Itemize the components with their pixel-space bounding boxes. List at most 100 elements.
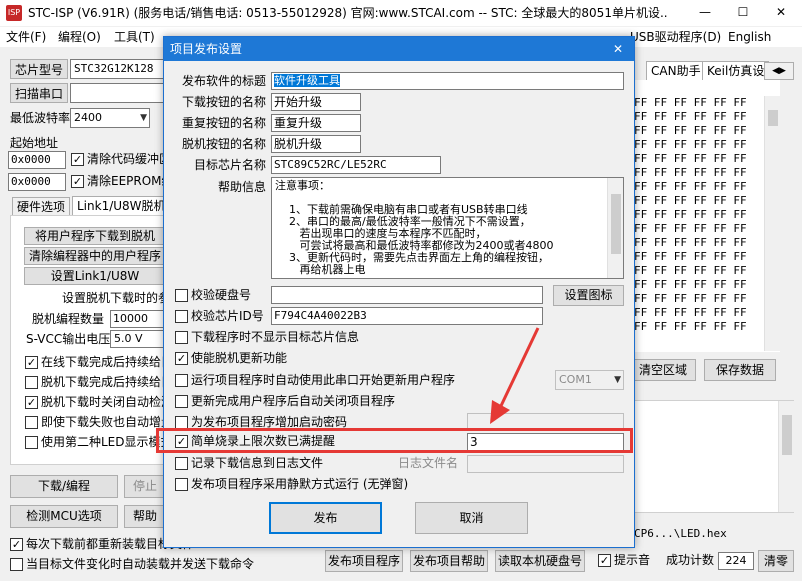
verify-disk-checkbox[interactable] <box>175 289 188 302</box>
right-scroll-arrow[interactable]: ◀▶ <box>764 62 794 80</box>
clear-area-button[interactable]: 清空区域 <box>630 359 696 381</box>
cancel-button[interactable]: 取消 <box>415 502 528 534</box>
left-option-checkbox[interactable]: ✓ <box>25 396 38 409</box>
clear-programmer-button[interactable]: 清除编程器中的用户程序 <box>24 247 166 265</box>
maximize-icon[interactable]: ☐ <box>728 3 758 23</box>
auto-load-checkbox[interactable] <box>10 558 23 571</box>
svcc-label: S-VCC输出电压 <box>26 332 111 346</box>
hex-row: FF FF FF FF FF FF <box>634 236 747 249</box>
download-btn-name-input[interactable]: 开始升级 <box>271 93 361 111</box>
publish-project-button[interactable]: 发布项目程序 <box>325 550 403 572</box>
hex-row: FF FF FF FF FF FF <box>634 96 747 109</box>
tab-hardware-options[interactable]: 硬件选项 <box>12 197 71 216</box>
publish-button[interactable]: 发布 <box>269 502 382 534</box>
main-title-bar: ISP STC-ISP (V6.91R) (服务电话/销售电话: 0513-55… <box>0 0 802 26</box>
tab-link1-offline[interactable]: Link1/U8W脱机 <box>72 196 171 215</box>
clear-code-checkbox[interactable]: ✓ <box>71 153 84 166</box>
hex-row: FF FF FF FF FF FF <box>634 180 747 193</box>
scroll-thumb[interactable] <box>768 110 778 126</box>
set-icon-button[interactable]: 设置图标 <box>553 285 624 306</box>
reset-count-button[interactable]: 清零 <box>758 550 794 572</box>
log-checkbox[interactable] <box>175 457 188 470</box>
dialog-option-label: 使能脱机更新功能 <box>191 351 288 365</box>
menu-usb-driver[interactable]: USB驱动程序(D) <box>630 29 721 45</box>
hex-scrollbar[interactable] <box>764 96 780 351</box>
min-baud-select[interactable]: 2400 ▼ <box>70 108 150 128</box>
left-option-label: 使用第二种LED显示模式 <box>41 435 163 449</box>
start-address-1[interactable]: 0x0000 <box>8 151 66 169</box>
tab-can-helper[interactable]: CAN助手 <box>646 61 706 80</box>
save-data-button[interactable]: 保存数据 <box>704 359 776 381</box>
dialog-close-icon[interactable]: ✕ <box>608 40 628 58</box>
menu-tools[interactable]: 工具(T) <box>114 29 155 45</box>
menu-english[interactable]: English <box>728 29 771 45</box>
menu-program[interactable]: 编程(O) <box>58 29 101 45</box>
target-chip-input[interactable]: STC89C52RC/LE52RC <box>271 156 441 174</box>
publish-help-button[interactable]: 发布项目帮助 <box>410 550 488 572</box>
com-port-value: COM1 <box>559 373 592 386</box>
log-file-label: 日志文件名 <box>398 456 459 470</box>
scan-port-button[interactable]: 扫描串口 <box>10 83 68 103</box>
hex-row: FF FF FF FF FF FF <box>634 264 747 277</box>
offline-btn-name-input[interactable]: 脱机升级 <box>271 135 361 153</box>
repeat-btn-name-label: 重复按钮的名称 <box>182 116 267 130</box>
hex-row: FF FF FF FF FF FF <box>634 222 747 235</box>
software-title-input[interactable]: 软件升级工具 <box>271 72 624 90</box>
chip-model-select[interactable]: STC32G12K128 <box>70 59 166 79</box>
file-path: CP6...\LED.hex <box>634 527 727 540</box>
silent-checkbox[interactable] <box>175 478 188 491</box>
download-program-button[interactable]: 下载/编程 <box>10 475 118 498</box>
left-option-checkbox[interactable] <box>25 376 38 389</box>
dialog-option-checkbox[interactable]: ✓ <box>175 352 188 365</box>
hex-row: FF FF FF FF FF FF <box>634 250 747 263</box>
help-scrollbar[interactable] <box>607 178 623 278</box>
setup-link1-button[interactable]: 设置Link1/U8W <box>24 267 166 285</box>
start-address-2[interactable]: 0x0000 <box>8 173 66 191</box>
offline-params-label: 设置脱机下载时的参数 <box>62 291 166 305</box>
clear-code-label: 清除代码缓冲区 <box>87 152 163 166</box>
auto-load-label: 当目标文件变化时自动装载并发送下载命令 <box>26 557 255 571</box>
left-option-checkbox[interactable] <box>25 416 38 429</box>
verify-disk-input[interactable] <box>271 286 543 304</box>
close-icon[interactable]: ✕ <box>766 3 796 23</box>
dialog-option-checkbox[interactable] <box>175 395 188 408</box>
dialog-option-checkbox[interactable] <box>175 331 188 344</box>
hex-row: FF FF FF FF FF FF <box>634 208 747 221</box>
hex-row: FF FF FF FF FF FF <box>634 320 747 333</box>
beep-checkbox[interactable]: ✓ <box>598 554 611 567</box>
log-label: 记录下载信息到日志文件 <box>191 456 324 470</box>
left-option-checkbox[interactable] <box>25 436 38 449</box>
dialog-option-label: 运行项目程序时自动使用此串口开始更新用户程序 <box>191 373 456 387</box>
hex-row: FF FF FF FF FF FF <box>634 292 747 305</box>
left-option-label: 脱机下载时关闭自动检测 <box>41 395 163 409</box>
hex-row: FF FF FF FF FF FF <box>634 194 747 207</box>
help-button[interactable]: 帮助 <box>124 505 166 528</box>
minimize-icon[interactable]: — <box>690 3 720 23</box>
repeat-btn-name-input[interactable]: 重复升级 <box>271 114 361 132</box>
offline-count-input[interactable]: 10000 <box>110 310 166 328</box>
help-scroll-thumb[interactable] <box>611 194 621 254</box>
clear-eeprom-checkbox[interactable]: ✓ <box>71 175 84 188</box>
download-to-offline-button[interactable]: 将用户程序下载到脱机 <box>24 227 166 245</box>
tab-keil-sim[interactable]: Keil仿真设 <box>702 61 770 80</box>
reload-each-checkbox[interactable]: ✓ <box>10 538 23 551</box>
port-select[interactable] <box>70 83 166 103</box>
left-option-label: 即使下载失败也自动增量 <box>41 415 163 429</box>
verify-chip-checkbox[interactable] <box>175 310 188 323</box>
com-port-select[interactable]: COM1 ▼ <box>555 370 624 390</box>
chevron-down-icon: ▼ <box>140 113 147 123</box>
beep-label: 提示音 <box>614 553 651 567</box>
log-scroll-thumb[interactable] <box>782 415 792 455</box>
dialog-option-checkbox[interactable] <box>175 374 188 387</box>
detect-mcu-button[interactable]: 检测MCU选项 <box>10 505 118 528</box>
chip-model-button[interactable]: 芯片型号 <box>10 59 68 79</box>
help-info-textarea[interactable]: 注意事项： 1、下载前需确保电脑有串口或者有USB转串口线 2、串口的最高/最低… <box>271 177 624 279</box>
menu-file[interactable]: 文件(F) <box>6 29 46 45</box>
dialog-option-label: 下载程序时不显示目标芯片信息 <box>191 330 360 344</box>
svcc-select[interactable]: 5.0 V <box>110 330 166 348</box>
read-disk-id-button[interactable]: 读取本机硬盘号 <box>495 550 585 572</box>
left-option-checkbox[interactable]: ✓ <box>25 356 38 369</box>
log-file-input[interactable] <box>467 455 624 473</box>
log-scrollbar[interactable] <box>778 401 794 512</box>
stop-button[interactable]: 停止 <box>124 475 166 498</box>
